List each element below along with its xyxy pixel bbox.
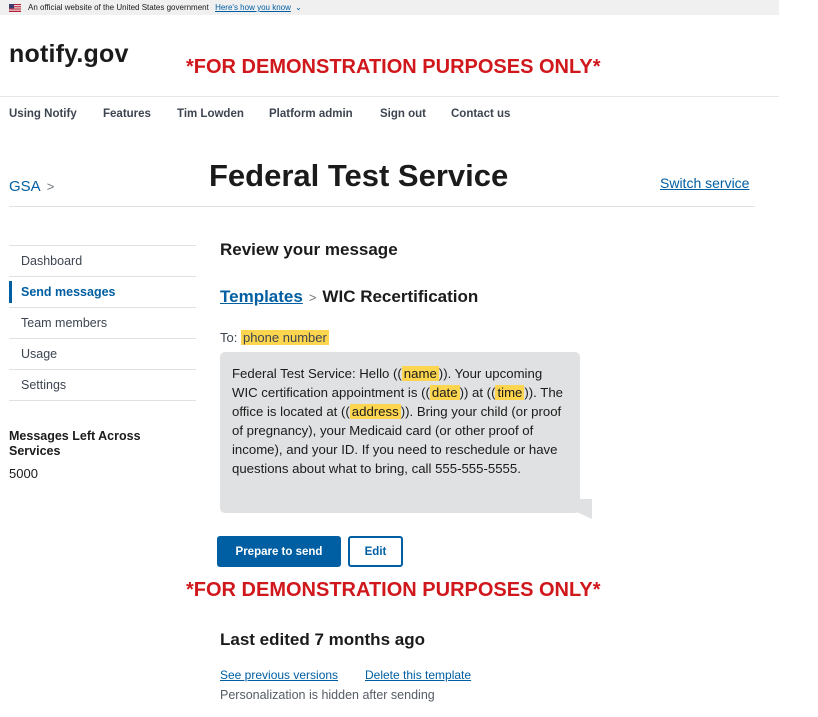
recipient-placeholder: phone number: [240, 330, 329, 345]
recipient-line: To: phone number: [220, 330, 329, 345]
to-label: To:: [220, 330, 238, 345]
messages-left-label: Messages Left Across Services: [9, 429, 141, 458]
see-previous-versions-link[interactable]: See previous versions: [220, 668, 338, 682]
org-breadcrumb: GSA >: [9, 178, 54, 195]
service-divider: [9, 206, 755, 207]
gov-banner-text-wrap: An official website of the United States…: [28, 0, 302, 15]
message-bubble-tail: [548, 499, 592, 519]
demo-notice-top: *FOR DEMONSTRATION PURPOSES ONLY*: [186, 56, 601, 78]
org-link[interactable]: GSA: [9, 178, 41, 195]
nav-using-notify[interactable]: Using Notify: [9, 108, 77, 120]
nav-features[interactable]: Features: [103, 108, 151, 120]
messages-left-value: 5000: [9, 466, 38, 481]
switch-service-link[interactable]: Switch service: [660, 175, 749, 191]
nav-sign-out[interactable]: Sign out: [380, 108, 426, 120]
template-breadcrumb: Templates > WIC Recertification: [220, 287, 478, 307]
review-heading: Review your message: [220, 240, 398, 259]
us-flag-icon: [9, 4, 21, 12]
sidenav-item-send-messages[interactable]: Send messages: [9, 276, 196, 307]
side-nav: Dashboard Send messages Team members Usa…: [9, 245, 196, 401]
sidenav-item-settings[interactable]: Settings: [9, 369, 196, 401]
site-logo[interactable]: notify.gov: [9, 40, 129, 69]
chevron-down-icon[interactable]: ⌄: [295, 3, 302, 12]
prepare-to-send-button[interactable]: Prepare to send: [217, 536, 341, 567]
templates-link[interactable]: Templates: [220, 287, 303, 306]
template-name: WIC Recertification: [322, 287, 479, 306]
sidenav-item-usage[interactable]: Usage: [9, 338, 196, 369]
heres-how-you-know-link[interactable]: Here's how you know: [215, 3, 291, 12]
delete-template-link[interactable]: Delete this template: [365, 668, 471, 682]
placeholder-time: time: [495, 385, 525, 400]
gov-banner-text: An official website of the United States…: [28, 3, 209, 12]
header-divider: [0, 96, 779, 97]
personalization-note: Personalization is hidden after sending: [220, 688, 435, 702]
edit-button[interactable]: Edit: [348, 536, 403, 567]
message-text-1: Federal Test Service: Hello ((: [232, 366, 402, 381]
nav-platform-admin[interactable]: Platform admin: [269, 108, 353, 120]
placeholder-address: address: [349, 404, 401, 419]
demo-notice-bottom: *FOR DEMONSTRATION PURPOSES ONLY*: [186, 579, 601, 601]
chevron-right-icon: >: [308, 290, 317, 305]
sidenav-item-dashboard[interactable]: Dashboard: [9, 245, 196, 276]
service-title: Federal Test Service: [209, 158, 509, 193]
placeholder-date: date: [429, 385, 460, 400]
nav-user-name[interactable]: Tim Lowden: [177, 108, 244, 120]
sidenav-item-team-members[interactable]: Team members: [9, 307, 196, 338]
placeholder-name: name: [401, 366, 439, 381]
chevron-right-icon: >: [46, 179, 55, 194]
nav-contact-us[interactable]: Contact us: [451, 108, 510, 120]
message-preview: Federal Test Service: Hello ((name)). Yo…: [220, 352, 580, 513]
gov-banner: An official website of the United States…: [0, 0, 779, 15]
last-edited-heading: Last edited 7 months ago: [220, 630, 425, 649]
message-text-3: )) at ((: [459, 385, 496, 400]
